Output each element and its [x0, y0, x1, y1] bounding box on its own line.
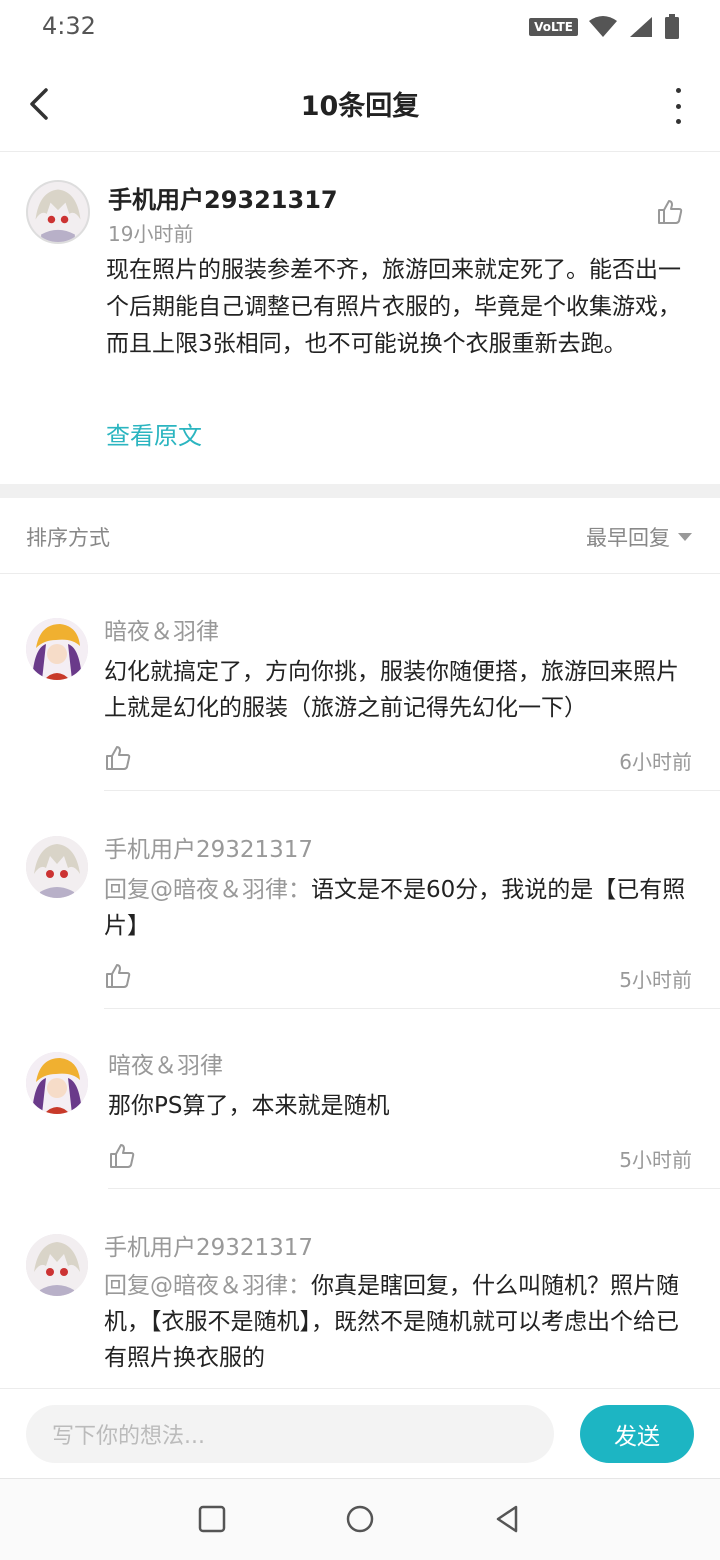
avatar-image [26, 1234, 88, 1296]
status-bar: 4:32 VoLTE [0, 0, 720, 56]
divider [108, 1188, 720, 1189]
avatar-image [26, 836, 88, 898]
comment-timestamp: 19小时前 [108, 222, 194, 246]
thumbs-up-icon [110, 1144, 135, 1168]
reply-mention[interactable]: 回复@暗夜＆羽律： [104, 1273, 311, 1299]
reply-username[interactable]: 手机用户29321317 [104, 1228, 313, 1262]
reply-username[interactable]: 暗夜＆羽律 [108, 1046, 223, 1080]
divider [104, 790, 720, 791]
volte-icon: VoLTE [529, 18, 578, 36]
triangle-back-icon [496, 1505, 518, 1533]
section-divider [0, 484, 720, 498]
thumbs-up-icon [658, 200, 683, 224]
home-button[interactable] [342, 1501, 378, 1537]
more-dot-icon [675, 88, 681, 93]
reply-text: 回复@暗夜＆羽律：语文是不是60分，我说的是【已有照片】 [104, 872, 694, 944]
comment-input-bar: 写下你的想法... 发送 [0, 1388, 720, 1478]
divider [104, 1008, 720, 1009]
reply-item: 手机用户29321317 回复@暗夜＆羽律：语文是不是60分，我说的是【已有照片… [0, 792, 720, 1010]
square-icon [198, 1505, 226, 1533]
avatar-image [26, 618, 88, 680]
like-button[interactable] [656, 198, 684, 226]
sort-dropdown[interactable]: 最早回复 [586, 522, 692, 552]
reply-text: 那你PS算了，本来就是随机 [108, 1088, 698, 1124]
circle-icon [346, 1505, 374, 1533]
reply-item: 暗夜＆羽律 幻化就搞定了，方向你挑，服装你随便搭，旅游回来照片上就是幻化的服装（… [0, 574, 720, 792]
more-options-button[interactable] [666, 88, 690, 124]
system-nav-bar [0, 1478, 720, 1560]
reply-timestamp: 5小时前 [619, 968, 692, 992]
status-icons: VoLTE [529, 14, 680, 40]
comment-text: 现在照片的服装参差不齐，旅游回来就定死了。能否出一个后期能自己调整已有照片衣服的… [106, 257, 681, 357]
like-button[interactable] [108, 1142, 136, 1170]
back-nav-button[interactable] [490, 1501, 526, 1537]
sort-bar: 排序方式 最早回复 [0, 498, 720, 574]
signal-icon [630, 17, 652, 37]
avatar[interactable] [26, 836, 88, 898]
status-time: 4:32 [42, 12, 96, 40]
reply-text: 回复@暗夜＆羽律：你真是瞎回复，什么叫随机？照片随机，【衣服不是随机】，既然不是… [104, 1268, 694, 1376]
reply-body: 幻化就搞定了，方向你挑，服装你随便搭，旅游回来照片上就是幻化的服装（旅游之前记得… [104, 659, 679, 721]
thumbs-up-icon [106, 746, 131, 770]
more-dot-icon [675, 103, 681, 109]
thumbs-up-icon [106, 964, 131, 988]
view-original-link[interactable]: 查看原文 [106, 416, 202, 451]
avatar[interactable] [26, 618, 88, 680]
reply-body: 那你PS算了，本来就是随机 [108, 1093, 390, 1119]
send-button[interactable]: 发送 [580, 1405, 694, 1463]
avatar-image [26, 1052, 88, 1114]
reply-timestamp: 5小时前 [619, 1148, 692, 1172]
like-button[interactable] [104, 962, 132, 990]
more-dot-icon [675, 119, 681, 124]
sort-selected-value: 最早回复 [586, 526, 670, 550]
page-title: 10条回复 [300, 91, 420, 122]
wifi-icon [589, 16, 617, 37]
reply-item: 手机用户29321317 回复@暗夜＆羽律：你真是瞎回复，什么叫随机？照片随机，… [0, 1190, 720, 1388]
avatar[interactable] [26, 1052, 88, 1114]
like-button[interactable] [104, 744, 132, 772]
battery-icon [665, 14, 679, 39]
comment-username[interactable]: 手机用户29321317 [108, 180, 338, 215]
sort-label: 排序方式 [26, 526, 110, 550]
comment-input[interactable]: 写下你的想法... [26, 1405, 554, 1463]
reply-timestamp: 6小时前 [619, 750, 692, 774]
avatar-image [28, 182, 88, 242]
recent-apps-button[interactable] [194, 1501, 230, 1537]
avatar[interactable] [26, 1234, 88, 1296]
reply-username[interactable]: 手机用户29321317 [104, 830, 313, 864]
avatar[interactable] [26, 180, 90, 244]
reply-username[interactable]: 暗夜＆羽律 [104, 612, 219, 646]
reply-mention[interactable]: 回复@暗夜＆羽律： [104, 877, 311, 903]
reply-text: 幻化就搞定了，方向你挑，服装你随便搭，旅游回来照片上就是幻化的服装（旅游之前记得… [104, 654, 694, 726]
reply-item: 暗夜＆羽律 那你PS算了，本来就是随机 5小时前 [0, 1010, 720, 1190]
app-header: 10条回复 [0, 56, 720, 152]
main-comment: 手机用户29321317 19小时前 现在照片的服装参差不齐，旅游回来就定死了。… [0, 152, 720, 484]
caret-down-icon [678, 533, 692, 541]
